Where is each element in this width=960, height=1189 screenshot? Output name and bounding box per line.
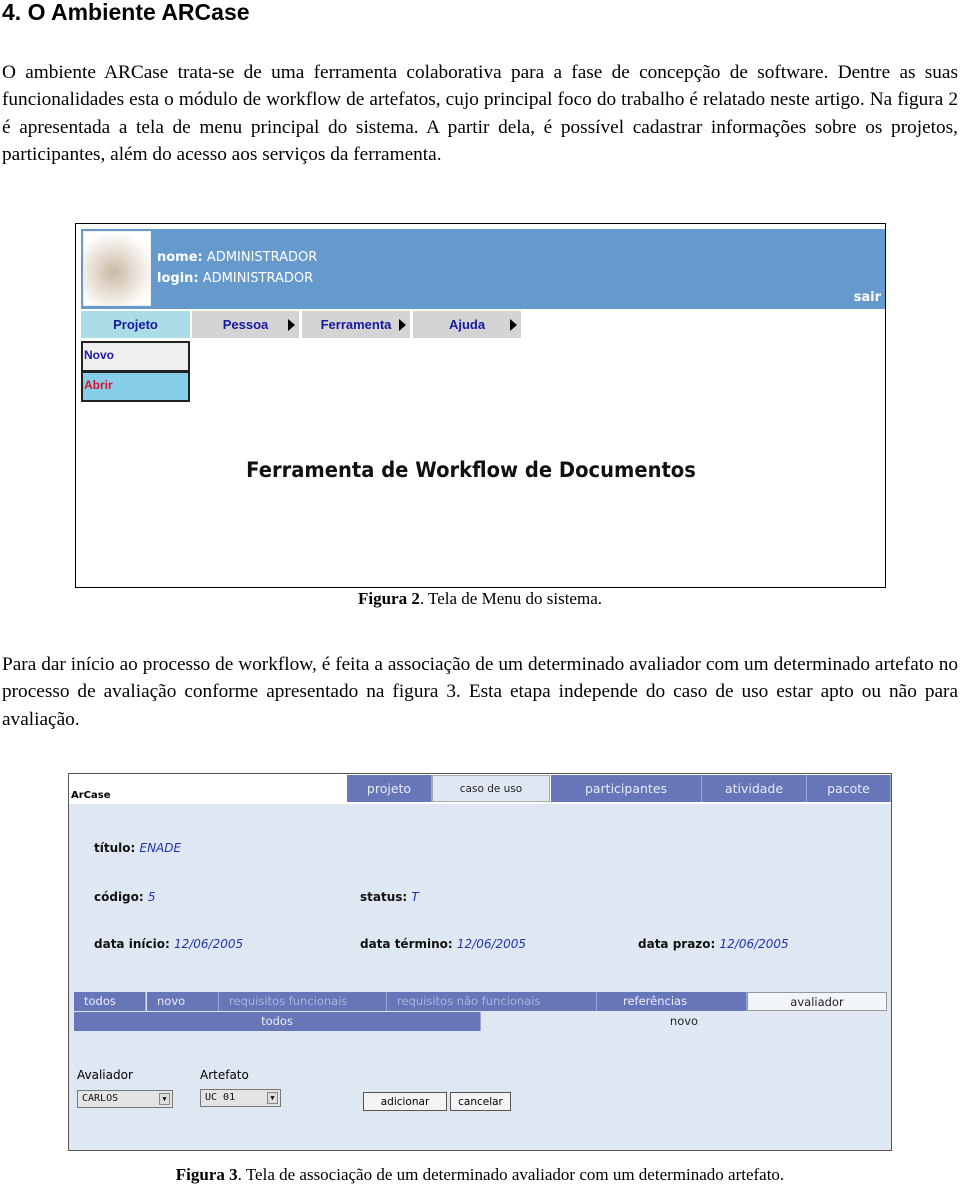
subtab-referencias[interactable]: referências (597, 992, 747, 1011)
avaliador-label: Avaliador (77, 1068, 133, 1082)
status-field: status: T (360, 890, 419, 904)
figure-3-caption: Figura 3. Tela de associação de um deter… (175, 1165, 785, 1184)
tab-caso-de-uso[interactable]: caso de uso (432, 775, 550, 802)
user-photo (83, 231, 151, 306)
menu-projeto[interactable]: Projeto (81, 311, 190, 338)
subtab-todos[interactable]: todos (74, 992, 146, 1011)
subtab2-novo[interactable]: novo (481, 1012, 887, 1031)
submenu-abrir[interactable]: Abrir (81, 371, 190, 402)
logout-link[interactable]: sair (854, 290, 881, 305)
tab-participantes[interactable]: participantes (551, 775, 702, 802)
data-inicio-field: data início: 12/06/2005 (94, 937, 244, 951)
paragraph-2: Para dar início ao processo de workflow,… (2, 654, 958, 730)
data-prazo-field: data prazo: 12/06/2005 (638, 937, 789, 951)
cancel-button[interactable]: cancelar (450, 1092, 511, 1111)
app-name: ArCase (71, 790, 111, 801)
subtab-avaliador[interactable]: avaliador (747, 992, 887, 1011)
app-title: Ferramenta de Workflow de Documentos (246, 458, 696, 482)
add-button[interactable]: adicionar (363, 1092, 447, 1111)
section-title: 4. O Ambiente ARCase (2, 0, 250, 25)
arrow-right-icon (510, 319, 517, 331)
chevron-down-icon: ▼ (267, 1092, 278, 1104)
menu-ajuda[interactable]: Ajuda (413, 311, 521, 338)
user-name: nome: ADMINISTRADOR (157, 250, 318, 265)
arrow-right-icon (399, 319, 406, 331)
top-bar: ArCase projeto caso de uso participantes… (69, 774, 891, 804)
codigo-field: código: 5 (94, 890, 156, 904)
user-header: nome: ADMINISTRADOR login: ADMINISTRADOR… (81, 229, 885, 309)
submenu-novo[interactable]: Novo (81, 341, 190, 372)
paragraph-1: O ambiente ARCase trata-se de uma ferram… (2, 62, 958, 166)
arrow-right-icon (288, 319, 295, 331)
subtab-requisitos-nao-funcionais[interactable]: requisitos não funcionais (387, 992, 597, 1011)
figure-2-screenshot: nome: ADMINISTRADOR login: ADMINISTRADOR… (75, 223, 886, 588)
figure-3-screenshot: ArCase projeto caso de uso participantes… (68, 773, 892, 1151)
subtab2-todos[interactable]: todos (74, 1012, 481, 1031)
figure-2-caption: Figura 2. Tela de Menu do sistema. (357, 589, 602, 608)
titulo-field: título: ENADE (94, 841, 182, 855)
data-termino-field: data término: 12/06/2005 (360, 937, 527, 951)
artefato-label: Artefato (200, 1068, 249, 1082)
artefato-select[interactable]: UC 01 ▼ (200, 1089, 281, 1107)
tab-atividade[interactable]: atividade (702, 775, 807, 802)
chevron-down-icon: ▼ (159, 1093, 170, 1105)
menu-pessoa[interactable]: Pessoa (192, 311, 299, 338)
user-login: login: ADMINISTRADOR (157, 271, 314, 286)
tab-projeto[interactable]: projeto (347, 775, 432, 802)
subtab-novo[interactable]: novo (147, 992, 219, 1011)
menu-ferramenta[interactable]: Ferramenta (302, 311, 410, 338)
tab-pacote[interactable]: pacote (807, 775, 891, 802)
subtab-requisitos-funcionais[interactable]: requisitos funcionais (219, 992, 387, 1011)
avaliador-select[interactable]: CARLOS ▼ (77, 1090, 173, 1108)
